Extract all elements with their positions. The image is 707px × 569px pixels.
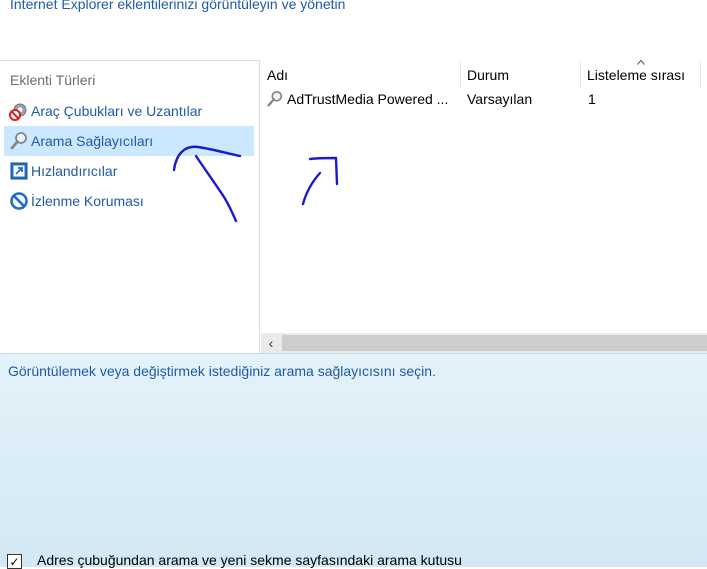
addon-types-pane: Eklenti Türleri Araç Çubukları ve Uzantı… [0,60,260,353]
horizontal-scrollbar[interactable]: ‹ [261,333,707,353]
addon-types-title: Eklenti Türleri [10,72,96,88]
addon-type-label: Araç Çubukları ve Uzantılar [31,103,203,119]
row-order: 1 [588,91,596,107]
page-header: Internet Explorer eklentilerinizi görünt… [0,0,707,60]
row-name-cell: AdTrustMedia Powered ... [266,87,456,111]
search-box-option[interactable]: ✓ Adres çubuğundan arama ve yeni sekme s… [7,552,462,569]
search-providers-list: Adı Durum Listeleme sırası AdTrustMedia … [261,59,707,353]
scroll-thumb[interactable] [282,335,707,351]
details-prompt: Görüntülemek veya değiştirmek istediğini… [8,363,436,379]
addon-type-tracking-protection[interactable]: İzlenme Koruması [4,186,254,216]
tracking-protection-icon [9,191,29,211]
row-name: AdTrustMedia Powered ... [287,91,449,107]
sort-ascending-icon [637,59,645,65]
column-header-order[interactable]: Listeleme sırası [581,61,701,88]
addon-type-search-providers[interactable]: Arama Sağlayıcıları [4,126,254,156]
accelerator-icon [9,161,29,181]
page-header-text: Internet Explorer eklentilerinizi görünt… [10,0,346,12]
addon-type-label: Hızlandırıcılar [31,163,118,179]
details-panel: Görüntülemek veya değiştirmek istediğini… [0,353,707,569]
scroll-left-arrow-icon[interactable]: ‹ [261,333,281,353]
addon-type-label: İzlenme Koruması [31,193,144,209]
toolbar-gear-icon [9,101,29,121]
search-box-checkbox[interactable]: ✓ [7,554,22,569]
table-row[interactable]: AdTrustMedia Powered ... Varsayılan 1 [261,87,707,111]
addon-type-label: Arama Sağlayıcıları [31,133,154,149]
addon-type-accelerators[interactable]: Hızlandırıcılar [4,156,254,186]
column-header-status[interactable]: Durum [461,61,581,88]
addon-type-toolbars[interactable]: Araç Çubukları ve Uzantılar [4,96,254,126]
search-magnifier-icon [266,90,284,108]
column-header-name[interactable]: Adı [261,61,461,88]
search-magnifier-icon [9,131,29,151]
row-status: Varsayılan [467,91,533,107]
